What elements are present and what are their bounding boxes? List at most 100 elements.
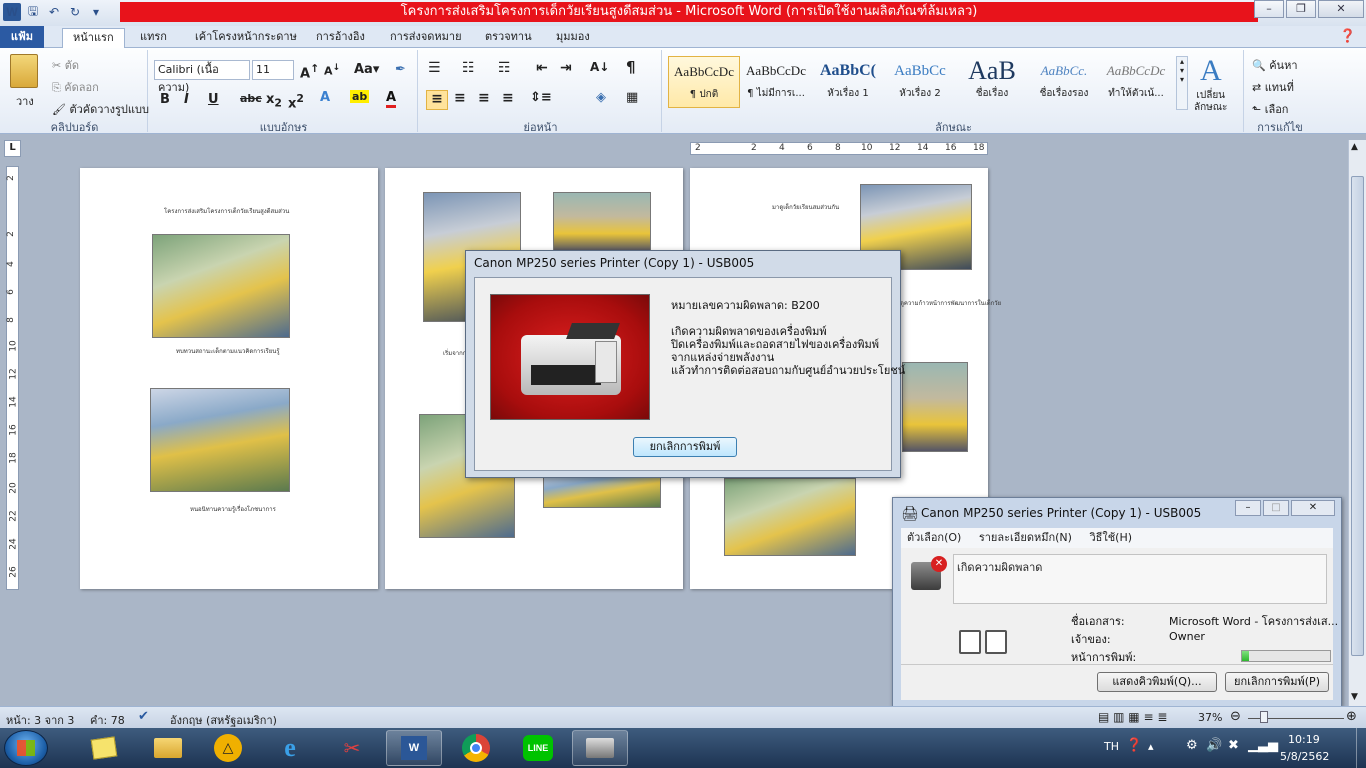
- style-heading-1[interactable]: AaBbC( หัวเรื่อง 1: [812, 56, 884, 108]
- bold-button[interactable]: B: [160, 92, 170, 107]
- style-title[interactable]: AaB ชื่อเรื่อง: [956, 56, 1028, 108]
- internet-explorer-icon[interactable]: e: [262, 730, 318, 766]
- chrome-icon[interactable]: [448, 730, 504, 766]
- tab-references[interactable]: การอ้างอิง: [316, 28, 365, 48]
- file-explorer-icon[interactable]: [140, 730, 196, 766]
- change-case-icon[interactable]: Aa▾: [354, 62, 379, 77]
- volume-icon[interactable]: 🔊: [1206, 738, 1222, 753]
- font-size-select[interactable]: 11: [252, 60, 294, 80]
- printer-taskbar-icon[interactable]: [572, 730, 628, 766]
- tab-selector[interactable]: L: [4, 140, 21, 157]
- find-button[interactable]: 🔍 ค้นหา: [1252, 56, 1298, 74]
- change-styles-icon[interactable]: A: [1200, 54, 1222, 88]
- shrink-font-icon[interactable]: A↓: [324, 62, 340, 78]
- tab-home[interactable]: หน้าแรก: [62, 28, 125, 48]
- help-tray-icon[interactable]: ❓: [1126, 738, 1142, 753]
- tab-file[interactable]: แฟ้ม: [0, 26, 44, 48]
- proofing-icon[interactable]: ✔: [138, 709, 149, 724]
- justify-button[interactable]: ≡: [502, 90, 514, 106]
- scroll-down-icon[interactable]: ▼: [1351, 692, 1358, 702]
- vertical-ruler[interactable]: 2 2 4 6 8 10 12 14 16 18 20 22 24 26: [6, 166, 19, 590]
- document-page-1[interactable]: โครงการส่งเสริมโครงการเด็กวัยเรียนสูงดีส…: [80, 168, 378, 589]
- word-logo-icon[interactable]: W: [3, 3, 21, 21]
- paste-icon[interactable]: [10, 54, 38, 88]
- superscript-button[interactable]: x2: [288, 92, 304, 111]
- style-subtle-emphasis[interactable]: AaBbCcDc ทำให้ตัวเน้...: [1100, 56, 1172, 108]
- minimize-button[interactable]: –: [1254, 0, 1284, 18]
- style-no-spacing[interactable]: AaBbCcDc ¶ ไม่มีการเ...: [740, 56, 812, 108]
- show-queue-button[interactable]: แสดงคิวพิมพ์(Q)...: [1097, 672, 1217, 692]
- pq-maximize-button[interactable]: □: [1263, 500, 1289, 516]
- sort-icon[interactable]: A↓: [590, 60, 609, 74]
- increase-indent-icon[interactable]: ⇥: [560, 60, 572, 76]
- tab-view[interactable]: มุมมอง: [556, 28, 590, 48]
- clock-date[interactable]: 5/8/2562: [1280, 750, 1329, 763]
- page-count[interactable]: หน้า: 3 จาก 3: [6, 711, 74, 729]
- scroll-thumb[interactable]: [1351, 176, 1364, 656]
- replace-button[interactable]: ⇄ แทนที่: [1252, 78, 1294, 96]
- strikethrough-button[interactable]: abc: [240, 92, 262, 105]
- maximize-button[interactable]: ❐: [1286, 0, 1316, 18]
- customize-qat-icon[interactable]: ▾: [87, 3, 105, 21]
- tab-page-layout[interactable]: เค้าโครงหน้ากระดาษ: [195, 28, 297, 48]
- language-indicator[interactable]: อังกฤษ (สหรัฐอเมริกา): [170, 711, 277, 729]
- font-name-select[interactable]: Calibri (เนื้อความ): [154, 60, 250, 94]
- line-icon[interactable]: LINE: [510, 730, 566, 766]
- signal-icon[interactable]: ▁▃▅: [1248, 738, 1278, 753]
- pq-minimize-button[interactable]: –: [1235, 500, 1261, 516]
- underline-button[interactable]: U: [208, 92, 219, 107]
- menu-ink-details[interactable]: รายละเอียดหมึก(N): [979, 531, 1072, 544]
- menu-help[interactable]: วิธีใช้(H): [1089, 531, 1132, 544]
- text-effects-icon[interactable]: A: [320, 90, 330, 105]
- scroll-up-icon[interactable]: ▲: [1351, 142, 1358, 152]
- word-count[interactable]: คำ: 78: [90, 711, 125, 729]
- cancel-printing-button[interactable]: ยกเลิกการพิมพ์: [633, 437, 737, 457]
- vertical-scrollbar[interactable]: ▲ ▼: [1348, 140, 1366, 706]
- save-icon[interactable]: 🖫: [24, 3, 42, 21]
- hardware-icon[interactable]: ⚙: [1186, 738, 1198, 753]
- copy-button[interactable]: ⎘ คัดลอก: [52, 78, 99, 96]
- show-formatting-icon[interactable]: ¶: [626, 58, 636, 76]
- bullets-icon[interactable]: ☰: [428, 60, 441, 76]
- tab-insert[interactable]: แทรก: [140, 28, 167, 48]
- close-button[interactable]: ✕: [1318, 0, 1364, 18]
- cut-button[interactable]: ✂ ตัด: [52, 56, 79, 74]
- style-heading-2[interactable]: AaBbCc หัวเรื่อง 2: [884, 56, 956, 108]
- pq-cancel-printing-button[interactable]: ยกเลิกการพิมพ์(P): [1225, 672, 1329, 692]
- font-color-icon[interactable]: A: [386, 90, 397, 108]
- start-button[interactable]: [4, 730, 48, 766]
- subscript-button[interactable]: x2: [266, 92, 282, 110]
- select-button[interactable]: ⬑ เลือก: [1252, 100, 1288, 118]
- undo-icon[interactable]: ↶: [45, 3, 63, 21]
- highlight-icon[interactable]: ab: [350, 90, 370, 103]
- italic-button[interactable]: I: [184, 92, 189, 107]
- align-right-button[interactable]: ≡: [478, 90, 490, 106]
- redo-icon[interactable]: ↻: [66, 3, 84, 21]
- shading-icon[interactable]: ◈: [596, 90, 606, 105]
- network-error-icon[interactable]: ✖: [1228, 738, 1239, 753]
- tab-review[interactable]: ตรวจทาน: [485, 28, 532, 48]
- view-buttons-icon[interactable]: ▤ ▥ ▦ ≡ ≣: [1098, 710, 1167, 724]
- style-normal[interactable]: AaBbCcDc ¶ ปกติ: [668, 56, 740, 108]
- zoom-level[interactable]: 37%: [1198, 711, 1222, 724]
- clock-time[interactable]: 10:19: [1288, 733, 1320, 746]
- align-center-button[interactable]: ≡: [454, 90, 466, 106]
- numbering-icon[interactable]: ☷: [462, 60, 475, 76]
- sticky-notes-icon[interactable]: [76, 730, 132, 766]
- pq-close-button[interactable]: ✕: [1291, 500, 1335, 516]
- help-icon[interactable]: ❓: [1340, 29, 1356, 44]
- format-painter-button[interactable]: 🖌 ตัวคัดวางรูปแบบ: [52, 100, 149, 118]
- app-triangle-icon[interactable]: △: [200, 730, 256, 766]
- clear-formatting-icon[interactable]: ✒: [395, 62, 406, 77]
- align-left-button[interactable]: ≡: [426, 90, 448, 110]
- grow-font-icon[interactable]: A↑: [300, 62, 319, 81]
- tray-options-icon[interactable]: ▴: [1148, 740, 1154, 753]
- zoom-slider-thumb[interactable]: [1260, 711, 1268, 723]
- style-subtitle[interactable]: AaBbCc. ชื่อเรื่องรอง: [1028, 56, 1100, 108]
- language-bar[interactable]: TH: [1104, 740, 1119, 753]
- zoom-in-icon[interactable]: ⊕: [1346, 709, 1357, 724]
- snipping-tool-icon[interactable]: ✂: [324, 730, 380, 766]
- styles-scroll[interactable]: ▴ ▾ ▾: [1176, 56, 1188, 110]
- show-desktop-button[interactable]: [1356, 728, 1366, 768]
- paste-label[interactable]: วาง: [16, 92, 34, 110]
